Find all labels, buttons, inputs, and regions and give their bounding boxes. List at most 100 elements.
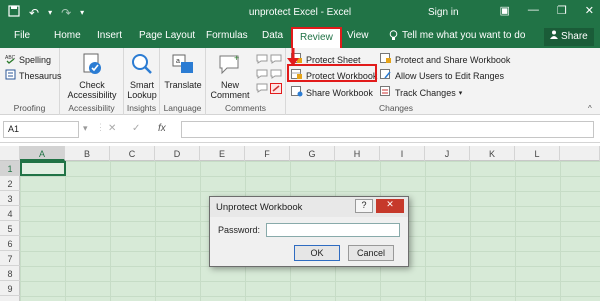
proofing-group-label: Proofing bbox=[13, 103, 46, 113]
enter-entry-icon[interactable]: ✓ bbox=[132, 123, 140, 134]
allow-users-icon bbox=[380, 69, 392, 82]
previous-comment-icon[interactable] bbox=[256, 69, 268, 81]
row-header[interactable]: 4 bbox=[0, 206, 20, 221]
insights-group-label: Insights bbox=[126, 103, 157, 113]
row-header[interactable]: 1 bbox=[0, 161, 20, 176]
column-header[interactable]: A bbox=[20, 146, 65, 161]
tab-page-layout[interactable]: Page Layout bbox=[139, 30, 195, 41]
thesaurus-button[interactable]: Thesaurus bbox=[5, 69, 62, 82]
accessibility-group-label: Accessibility bbox=[68, 103, 115, 113]
ribbon-display-options-icon[interactable]: ▣ bbox=[500, 4, 510, 17]
cancel-entry-icon[interactable]: ✕ bbox=[108, 123, 116, 134]
column-header[interactable]: F bbox=[245, 146, 290, 161]
spelling-icon: ABC bbox=[5, 53, 16, 66]
dialog-help-button[interactable]: ? bbox=[355, 199, 373, 213]
dialog-close-button[interactable]: ✕ bbox=[376, 199, 404, 213]
row-header[interactable]: 2 bbox=[0, 176, 20, 191]
ok-button[interactable]: OK bbox=[294, 245, 340, 261]
lightbulb-icon bbox=[389, 30, 398, 44]
row-header[interactable]: 9 bbox=[0, 281, 20, 296]
track-changes-icon bbox=[380, 86, 392, 99]
thesaurus-icon bbox=[5, 69, 16, 82]
column-header[interactable]: K bbox=[470, 146, 515, 161]
smart-lookup-line2: Lookup bbox=[127, 90, 157, 100]
column-header[interactable]: C bbox=[110, 146, 155, 161]
track-changes-button[interactable]: Track Changes ▾ bbox=[380, 86, 462, 99]
column-header[interactable]: H bbox=[335, 146, 380, 161]
show-comments-icon[interactable] bbox=[270, 54, 282, 66]
column-header[interactable]: I bbox=[380, 146, 425, 161]
column-header[interactable]: D bbox=[155, 146, 200, 161]
new-comment-button[interactable]: + New Comment bbox=[208, 52, 252, 100]
share-label: Share bbox=[561, 31, 588, 42]
row-header[interactable]: 8 bbox=[0, 266, 20, 281]
check-accessibility-line2: Accessibility bbox=[67, 90, 117, 100]
dialog-title-bar: Unprotect Workbook ? ✕ bbox=[210, 197, 408, 217]
tab-file[interactable]: File bbox=[14, 30, 30, 41]
person-icon bbox=[550, 30, 561, 42]
comments-group-label: Comments bbox=[224, 103, 267, 113]
tab-home[interactable]: Home bbox=[54, 30, 81, 41]
row-header[interactable]: 6 bbox=[0, 236, 20, 251]
column-header[interactable]: B bbox=[65, 146, 110, 161]
tab-insert[interactable]: Insert bbox=[97, 30, 122, 41]
insert-function-icon[interactable]: fx bbox=[158, 123, 166, 134]
column-header[interactable]: J bbox=[425, 146, 470, 161]
tab-data[interactable]: Data bbox=[262, 30, 283, 41]
tab-formulas[interactable]: Formulas bbox=[206, 30, 248, 41]
next-comment-icon[interactable] bbox=[256, 83, 268, 95]
column-header[interactable]: L bbox=[515, 146, 560, 161]
smart-lookup-line1: Smart bbox=[129, 80, 154, 90]
protect-and-share-icon bbox=[380, 53, 392, 66]
svg-text:a: a bbox=[176, 58, 180, 65]
tab-view[interactable]: View bbox=[347, 30, 369, 41]
insights-group: Smart Lookup Insights bbox=[124, 48, 160, 115]
tell-me-box[interactable]: Tell me what you want to do bbox=[389, 30, 525, 44]
language-group-label: Language bbox=[163, 103, 202, 113]
spelling-button[interactable]: ABC Spelling bbox=[5, 53, 51, 66]
comments-group: + New Comment Comments bbox=[206, 48, 286, 115]
delete-comment-icon[interactable] bbox=[256, 54, 268, 66]
tab-review[interactable]: Review bbox=[291, 27, 342, 48]
active-cell[interactable] bbox=[20, 161, 66, 176]
new-comment-icon: + bbox=[208, 52, 252, 78]
name-box-dropdown-icon[interactable]: ▾ bbox=[83, 123, 88, 134]
track-changes-dropdown-icon: ▾ bbox=[458, 89, 463, 97]
column-header[interactable]: E bbox=[200, 146, 245, 161]
formula-bar-divider: ⋮ bbox=[96, 122, 105, 132]
smart-lookup-button[interactable]: Smart Lookup bbox=[126, 52, 158, 100]
close-button[interactable]: ✕ bbox=[585, 4, 594, 17]
row-header[interactable]: 7 bbox=[0, 251, 20, 266]
show-ink-icon[interactable] bbox=[270, 69, 282, 81]
translate-icon: a bbox=[162, 52, 204, 78]
cancel-button[interactable]: Cancel bbox=[348, 245, 394, 261]
proofing-group: ABC Spelling Thesaurus Proofing bbox=[0, 48, 62, 115]
formula-input[interactable] bbox=[181, 121, 594, 138]
allow-users-edit-ranges-button[interactable]: Allow Users to Edit Ranges bbox=[380, 69, 504, 82]
share-button[interactable]: Share bbox=[544, 28, 594, 46]
column-header[interactable] bbox=[560, 146, 600, 161]
select-all-corner[interactable] bbox=[0, 146, 20, 161]
translate-button[interactable]: a Translate bbox=[162, 52, 204, 90]
smart-lookup-icon bbox=[126, 52, 158, 78]
hide-ink-icon[interactable] bbox=[270, 83, 282, 96]
collapse-ribbon-icon[interactable]: ^ bbox=[588, 104, 592, 113]
check-accessibility-button[interactable]: Check Accessibility bbox=[64, 52, 120, 100]
svg-text:ABC: ABC bbox=[5, 55, 16, 61]
sign-in-link[interactable]: Sign in bbox=[428, 7, 459, 18]
spelling-label: Spelling bbox=[19, 54, 52, 65]
share-workbook-label: Share Workbook bbox=[306, 87, 373, 98]
share-workbook-button[interactable]: Share Workbook bbox=[291, 86, 373, 99]
name-box[interactable]: A1 bbox=[3, 121, 79, 138]
column-header[interactable]: G bbox=[290, 146, 335, 161]
protect-and-share-button[interactable]: Protect and Share Workbook bbox=[380, 53, 510, 66]
password-input[interactable] bbox=[266, 223, 400, 237]
restore-button[interactable]: ❐ bbox=[557, 4, 567, 17]
unprotect-workbook-dialog: Unprotect Workbook ? ✕ Password: OK Canc… bbox=[209, 196, 409, 267]
formula-bar: A1 ▾ ⋮ ✕ ✓ fx bbox=[0, 116, 600, 143]
column-headers: A B C D E F G H I J K L bbox=[0, 146, 600, 161]
minimize-button[interactable]: — bbox=[528, 4, 539, 17]
row-header[interactable]: 3 bbox=[0, 191, 20, 206]
tell-me-text: Tell me what you want to do bbox=[402, 30, 526, 41]
row-header[interactable]: 5 bbox=[0, 221, 20, 236]
